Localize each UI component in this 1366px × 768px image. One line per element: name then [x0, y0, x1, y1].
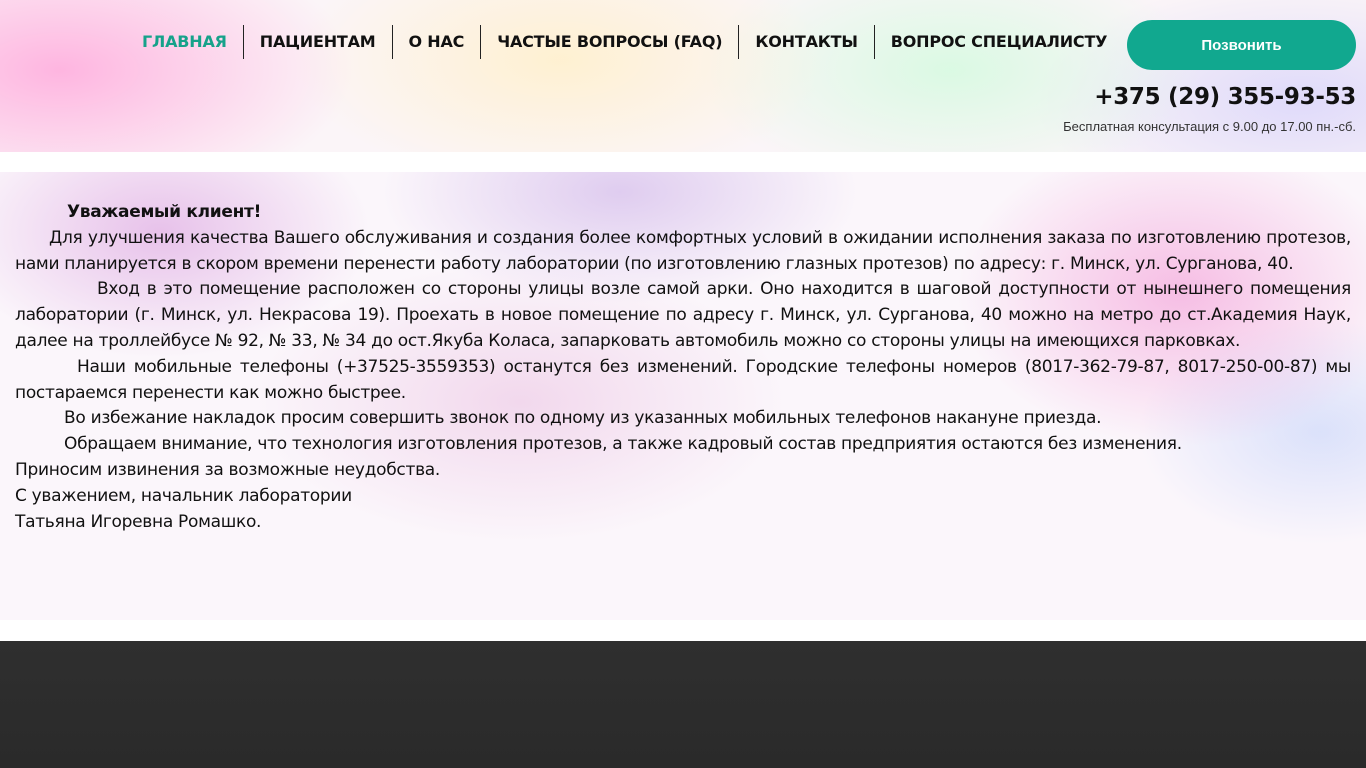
call-button[interactable]: Позвонить: [1127, 20, 1356, 70]
nav-item-contacts[interactable]: КОНТАКТЫ: [738, 25, 873, 59]
nav-item-home[interactable]: ГЛАВНАЯ: [126, 25, 243, 59]
notice-section: Уважаемый клиент! Для улучшения качества…: [0, 172, 1366, 620]
notice-paragraph: Во избежание накладок просим совершить з…: [64, 408, 1102, 429]
header-phone[interactable]: +375 (29) 355-93-53: [1094, 84, 1356, 110]
site-header: ГЛАВНАЯ ПАЦИЕНТАМ О НАС ЧАСТЫЕ ВОПРОСЫ (…: [0, 0, 1366, 152]
nav-item-patients[interactable]: ПАЦИЕНТАМ: [242, 25, 392, 59]
dark-footer-band: [0, 641, 1366, 768]
notice-text: Уважаемый клиент! Для улучшения качества…: [15, 200, 1351, 535]
notice-paragraph: Вход в это помещение расположен со сторо…: [15, 279, 1351, 351]
nav-item-about[interactable]: О НАС: [391, 25, 481, 59]
notice-signoff: С уважением, начальник лаборатории: [15, 485, 352, 506]
notice-greeting: Уважаемый клиент!: [67, 202, 262, 222]
notice-apology: Приносим извинения за возможные неудобст…: [15, 459, 441, 480]
nav-item-ask-specialist[interactable]: ВОПРОС СПЕЦИАЛИСТУ: [873, 25, 1124, 59]
notice-signature: Татьяна Игоревна Ромашко.: [15, 511, 262, 532]
notice-paragraph: Наши мобильные телефоны (+37525-3559353)…: [15, 356, 1351, 403]
notice-paragraph: Для улучшения качества Вашего обслуживан…: [15, 227, 1351, 274]
notice-paragraph: Обращаем внимание, что технология изгото…: [64, 434, 1182, 455]
main-nav: ГЛАВНАЯ ПАЦИЕНТАМ О НАС ЧАСТЫЕ ВОПРОСЫ (…: [126, 25, 1123, 59]
nav-item-faq[interactable]: ЧАСТЫЕ ВОПРОСЫ (FAQ): [480, 25, 738, 59]
consultation-hours: Бесплатная консультация с 9.00 до 17.00 …: [1063, 119, 1356, 134]
